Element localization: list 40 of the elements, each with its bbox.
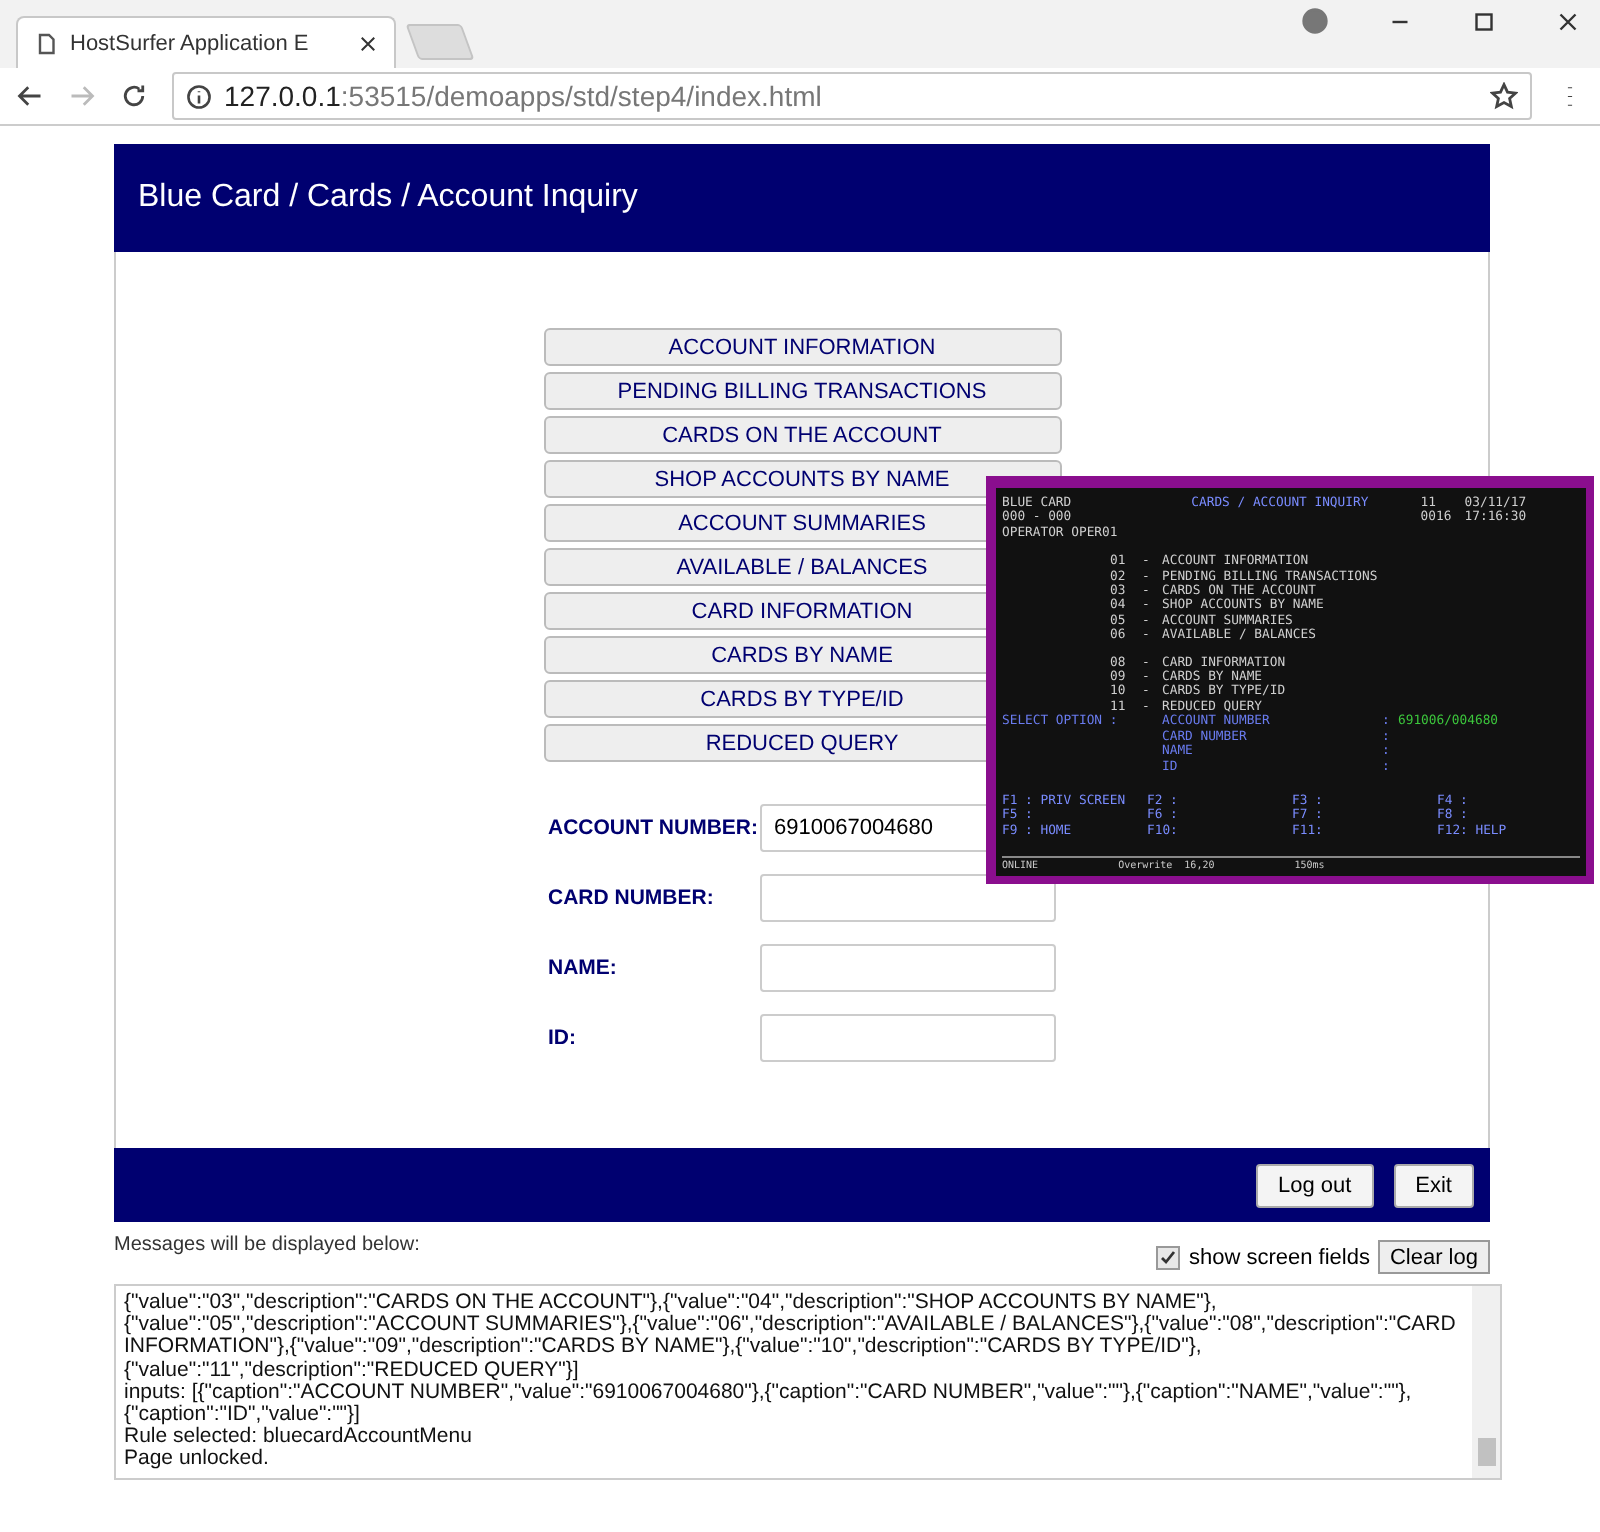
menu-option-button[interactable]: CARDS ON THE ACCOUNT (543, 416, 1061, 454)
browser-tab[interactable]: HostSurfer Application E (16, 16, 396, 68)
menu-option-button[interactable]: PENDING BILLING TRANSACTIONS (543, 372, 1061, 410)
input-field[interactable] (760, 1014, 1056, 1062)
checkbox[interactable] (1156, 1245, 1181, 1269)
messages-caption: Messages will be displayed below: (114, 1234, 420, 1256)
back-icon[interactable] (16, 82, 44, 110)
log-line: inputs: [{"caption":"ACCOUNT NUMBER","value":"6910067004680"},{"caption":"CARD NUMBER","value":""},{"caption":"NAME","value":""}, (124, 1381, 1414, 1405)
menu-option-button[interactable]: ACCOUNT INFORMATION (543, 328, 1061, 366)
field-label: ACCOUNT NUMBER: (548, 816, 760, 840)
clear-log-button[interactable]: Clear log (1377, 1240, 1490, 1274)
menu-option-button[interactable]: SHOP ACCOUNTS BY NAME (543, 460, 1061, 498)
field-label: CARD NUMBER: (548, 886, 716, 910)
scrollbar[interactable] (1472, 1286, 1500, 1478)
profile-icon[interactable] (1302, 8, 1328, 34)
info-icon (186, 83, 212, 109)
log-line: {"value":"11","description":"REDUCED QUERY"}] (124, 1359, 579, 1382)
checkbox-label: show screen fields (1188, 1245, 1370, 1269)
log-line: Rule selected: bluecardAccountMenu (124, 1426, 474, 1449)
url-text: 127.0.0.1:53515/demoapps/std/step4/index.html (224, 80, 824, 112)
tab-title: HostSurfer Application E (70, 31, 311, 55)
address-bar[interactable]: 127.0.0.1:53515/demoapps/std/step4/index.html (172, 72, 1532, 120)
log-line: {"value":"05","description":"ACCOUNT SUMMARIES"},{"value":"06","description":"AVAILABLE / BALANCES"},{"value":"08","description":"CARD INFORMATION"},{"value":"09","description":"CARDS BY NAME"},{"value":"10","description":"CARDS BY TYPE/ID"}, (124, 1314, 1458, 1360)
page-icon (34, 31, 58, 55)
checkmark-icon (1160, 1249, 1177, 1265)
log-line: {"caption":"ID","value":""}] (124, 1404, 360, 1427)
exit-button[interactable]: Exit (1393, 1163, 1474, 1207)
log-line: Page unlocked. (124, 1448, 271, 1472)
input-field[interactable] (760, 944, 1056, 992)
field-label: NAME: (548, 956, 619, 980)
logout-button[interactable]: Log out (1255, 1163, 1374, 1207)
field-label: ID: (548, 1026, 578, 1050)
maximize-icon[interactable] (1472, 9, 1496, 33)
log-line: {"value":"03","description":"CARDS ON THE ACCOUNT"},{"value":"04","description":"SHOP ACCOUNTS BY NAME"}, (124, 1292, 1217, 1315)
close-icon[interactable] (358, 33, 378, 53)
page-title: Blue Card / Cards / Account Inquiry (138, 180, 638, 216)
close-icon[interactable] (1556, 9, 1580, 33)
reload-icon[interactable] (120, 82, 148, 110)
star-icon[interactable] (1490, 82, 1518, 110)
input-field[interactable] (760, 874, 1056, 922)
